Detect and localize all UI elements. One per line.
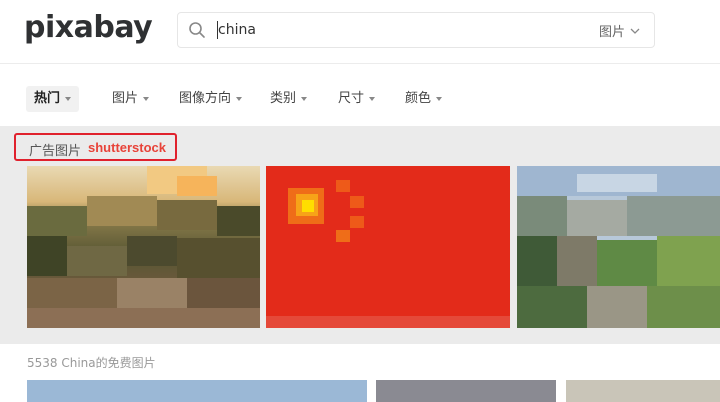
ad-image-great-wall-green[interactable] — [517, 166, 720, 328]
filter-label: 类别 — [270, 91, 297, 106]
caret-down-icon — [65, 97, 72, 101]
filter-popular[interactable]: 热门 — [26, 86, 80, 112]
result-thumbnail[interactable] — [27, 380, 367, 402]
filter-size[interactable]: 尺寸 — [330, 86, 383, 112]
search-input[interactable] — [218, 19, 548, 41]
search-bar[interactable]: 图片 — [177, 12, 655, 48]
ad-image-china-flag[interactable] — [266, 166, 510, 328]
results-count: 5538 China的免费图片 — [27, 356, 156, 370]
filter-label: 图像方向 — [179, 91, 232, 106]
sponsored-images-section: 广告图片 shutterstock — [0, 126, 720, 344]
result-thumbnail[interactable] — [566, 380, 720, 402]
chevron-down-icon — [630, 28, 640, 34]
filter-orientation[interactable]: 图像方向 — [171, 86, 250, 112]
filter-label: 尺寸 — [338, 91, 365, 106]
filter-category[interactable]: 类别 — [262, 86, 315, 112]
caret-down-icon — [369, 97, 376, 101]
caret-down-icon — [143, 97, 150, 101]
filter-label: 热门 — [34, 91, 61, 106]
caret-down-icon — [301, 97, 308, 101]
filter-bar: 热门 图片 图像方向 类别 尺寸 颜色 — [0, 64, 720, 126]
search-type-dropdown[interactable]: 图片 — [599, 21, 640, 40]
ad-image-great-wall-sunset[interactable] — [27, 166, 260, 328]
shutterstock-logo[interactable]: shutterstock — [88, 140, 166, 155]
caret-down-icon — [436, 97, 443, 101]
pixabay-logo[interactable]: pixabay — [24, 10, 153, 45]
result-thumbnail[interactable] — [376, 380, 556, 402]
filter-label: 图片 — [112, 91, 139, 106]
caret-down-icon — [236, 97, 243, 101]
search-icon[interactable] — [188, 21, 206, 39]
filter-label: 颜色 — [405, 91, 432, 106]
header: pixabay 图片 — [0, 0, 720, 64]
search-type-label: 图片 — [598, 25, 625, 40]
ad-label: 广告图片 — [29, 144, 82, 159]
filter-color[interactable]: 颜色 — [397, 86, 450, 112]
filter-image-type[interactable]: 图片 — [104, 86, 157, 112]
